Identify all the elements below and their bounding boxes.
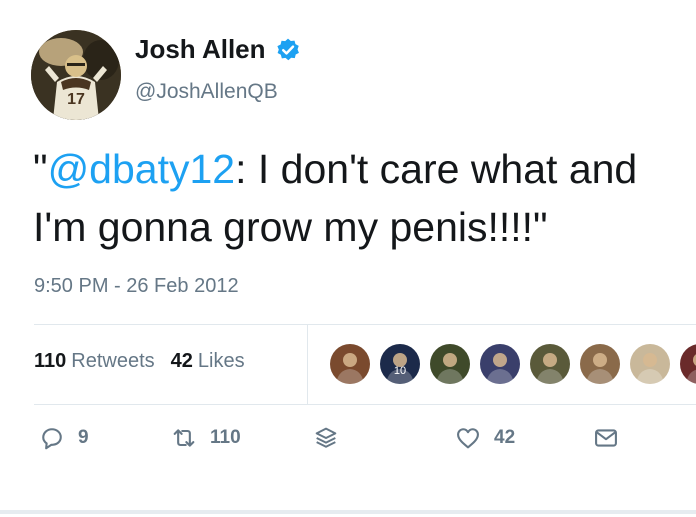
author-handle[interactable]: @JoshAllenQB: [135, 80, 278, 104]
author-display-name[interactable]: Josh Allen: [135, 34, 266, 65]
retweet-count: 110: [210, 427, 241, 448]
heart-icon: [457, 428, 479, 449]
like-button[interactable]: 42: [454, 424, 515, 452]
liker-avatar-4[interactable]: [478, 342, 522, 386]
bottom-border: [0, 510, 696, 514]
likes-label[interactable]: Likes: [198, 350, 245, 373]
liker-avatar-7[interactable]: [628, 342, 672, 386]
football-player-photo: 17: [31, 30, 121, 120]
liker-avatar-5[interactable]: [528, 342, 572, 386]
reply-count: 9: [78, 427, 89, 448]
retweet-icon: [173, 429, 195, 447]
tweet-text: "@dbaty12: I don't care what and I'm gon…: [33, 140, 696, 256]
tweet-card: 17 Josh Allen @JoshAllenQB "@dbaty12: I …: [0, 0, 696, 517]
liker-avatar-8[interactable]: [678, 342, 696, 386]
reply-button[interactable]: 9: [38, 424, 89, 452]
tweet-stats: 110 Retweets 42 Likes: [34, 350, 245, 373]
author-avatar[interactable]: 17: [31, 30, 121, 120]
mention-link[interactable]: @dbaty12: [48, 146, 236, 192]
divider-top: [34, 324, 696, 325]
divider-bottom: [34, 404, 696, 405]
liker-avatars: 10: [328, 342, 696, 386]
author-name-row: Josh Allen: [135, 34, 301, 65]
retweets-label[interactable]: Retweets: [71, 350, 154, 373]
jersey-number-text: 10: [394, 365, 406, 377]
liker-avatar-2[interactable]: 10: [378, 342, 422, 386]
stack-layers-icon: [315, 427, 337, 448]
share-via-button[interactable]: [312, 424, 340, 452]
reply-icon: [42, 428, 62, 450]
retweets-count[interactable]: 110: [34, 350, 66, 373]
verified-badge-icon: [275, 37, 301, 63]
tweet-timestamp[interactable]: 9:50 PM - 26 Feb 2012: [34, 275, 239, 298]
tweet-text-line-1-rest: : I don't care what and: [235, 146, 638, 192]
tweet-actions: 9 110 42: [0, 424, 696, 468]
liker-avatar-3[interactable]: [428, 342, 472, 386]
open-quote: ": [33, 146, 48, 192]
tweet-text-line-1: "@dbaty12: I don't care what and: [33, 140, 696, 198]
retweet-button[interactable]: 110: [170, 424, 241, 452]
tweet-text-line-2: I'm gonna grow my penis!!!!": [33, 204, 548, 250]
likes-count[interactable]: 42: [171, 350, 193, 373]
liker-avatar-1[interactable]: [328, 342, 372, 386]
direct-message-button[interactable]: [592, 424, 620, 452]
envelope-icon: [595, 429, 617, 447]
like-count: 42: [494, 427, 516, 448]
divider-vertical: [307, 324, 308, 404]
liker-avatar-6[interactable]: [578, 342, 622, 386]
jersey-number: 17: [67, 91, 85, 108]
